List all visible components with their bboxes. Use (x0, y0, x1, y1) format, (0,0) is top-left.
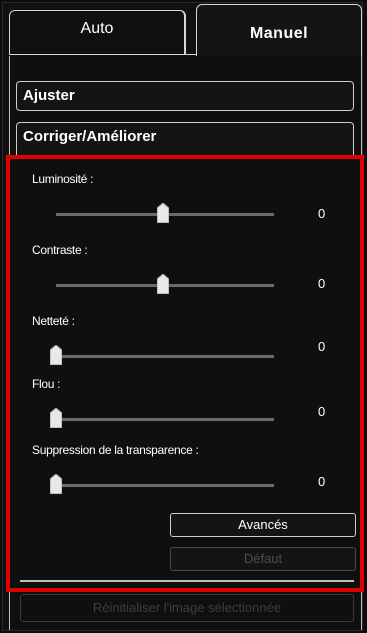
reset-selected-image-button[interactable]: Réinitialiser l'image sélectionnée (20, 594, 354, 622)
tab-auto[interactable]: Auto (9, 10, 186, 54)
corriger-ameliorer-section-button[interactable]: Corriger/Améliorer (16, 122, 354, 156)
ajuster-section-button[interactable]: Ajuster (16, 81, 354, 111)
highlight-frame (6, 155, 364, 592)
tab-divider (9, 54, 197, 55)
tab-manuel[interactable]: Manuel (196, 4, 362, 56)
